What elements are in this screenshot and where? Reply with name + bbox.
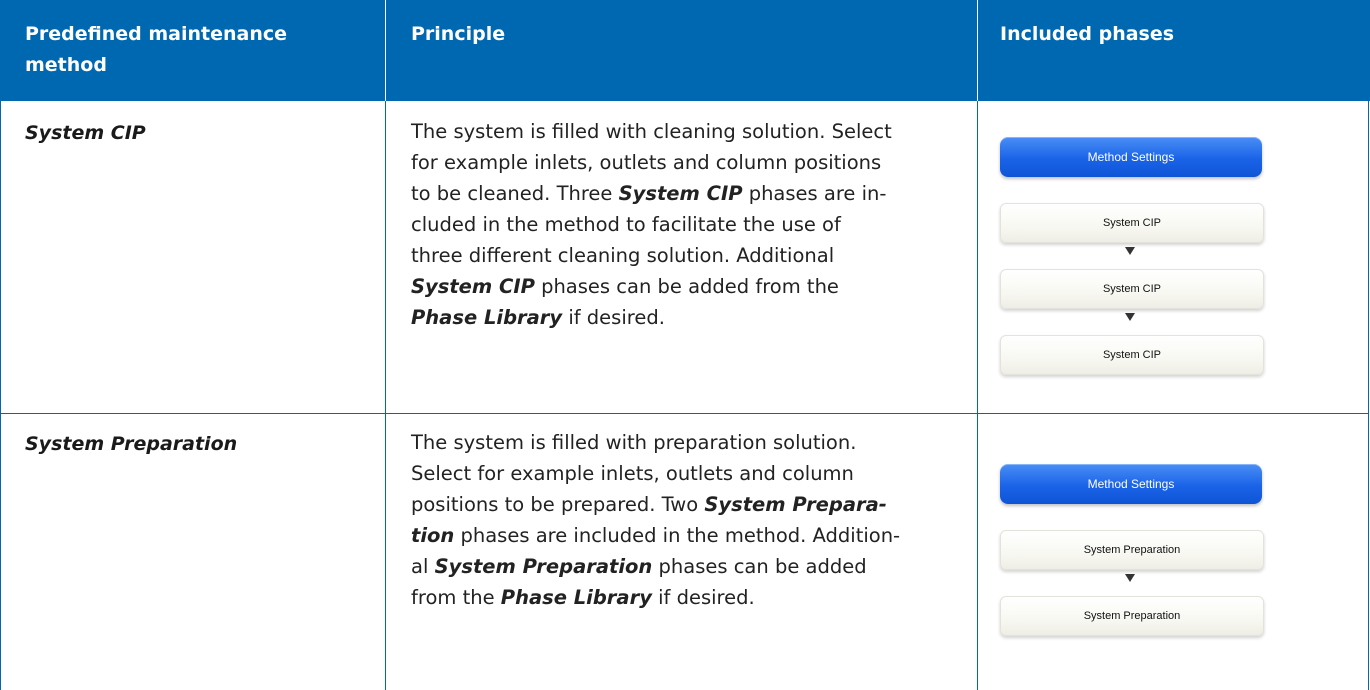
- header-divider: [385, 0, 386, 101]
- principle-line: Select for example inlets, outlets and c…: [411, 458, 971, 489]
- phase-box[interactable]: System CIP: [1000, 203, 1264, 243]
- principle-emphasis: Phase Library: [500, 586, 652, 609]
- principle-line: positions to be prepared. Two System Pre…: [411, 489, 971, 520]
- maintenance-methods-table: Predefined maintenance method Principle …: [0, 0, 1370, 690]
- down-arrow-icon: [1125, 313, 1135, 321]
- principle-line: System CIP phases can be added from the: [411, 271, 971, 302]
- principle-text-run: if desired.: [651, 586, 755, 609]
- principle-text-run: phases are included in the method. Addit…: [454, 524, 901, 547]
- principle-text-run: to be cleaned. Three: [411, 182, 619, 205]
- principle-text: The system is filled with preparation so…: [411, 427, 971, 613]
- principle-text-run: The system is filled with preparation so…: [411, 431, 857, 454]
- principle-text-run: al: [411, 555, 435, 578]
- column-header-method: Predefined maintenance method: [25, 23, 288, 76]
- phase-box[interactable]: System CIP: [1000, 269, 1264, 309]
- principle-text-run: Select for example inlets, outlets and c…: [411, 462, 854, 485]
- column-header-principle: Principle: [411, 23, 506, 45]
- table-border-right: [1368, 101, 1369, 690]
- phase-diagram: Method Settings System Preparation System …: [1000, 464, 1265, 664]
- principle-text-run: The system is filled with cleaning solut…: [411, 120, 892, 143]
- principle-text-run: phases can be added from the: [534, 275, 839, 298]
- principle-line: for example inlets, outlets and column p…: [411, 147, 971, 178]
- principle-text-run: from the: [411, 586, 501, 609]
- row-divider: [0, 413, 1369, 414]
- principle-text-run: phases can be added: [652, 555, 867, 578]
- principle-emphasis: tion: [411, 524, 455, 547]
- phase-diagram: Method Settings System CIP System CIP Syste…: [1000, 137, 1265, 387]
- principle-text-run: phases are in-: [742, 182, 887, 205]
- method-name-system-cip: System CIP: [25, 122, 146, 144]
- principle-text-run: cluded in the method to facilitate the u…: [411, 213, 841, 236]
- down-arrow-icon: [1125, 247, 1135, 255]
- phase-box[interactable]: System Preparation: [1000, 596, 1264, 636]
- principle-emphasis: System Prepara-: [704, 493, 887, 516]
- principle-emphasis: System CIP: [618, 182, 743, 205]
- method-name-system-preparation: System Preparation: [25, 433, 238, 455]
- principle-emphasis: System Preparation: [434, 555, 653, 578]
- principle-line: The system is filled with preparation so…: [411, 427, 971, 458]
- principle-text: The system is filled with cleaning solut…: [411, 116, 971, 333]
- phase-box[interactable]: System Preparation: [1000, 530, 1264, 570]
- down-arrow-icon: [1125, 574, 1135, 582]
- method-settings-button[interactable]: Method Settings: [1000, 137, 1262, 177]
- principle-line: cluded in the method to facilitate the u…: [411, 209, 971, 240]
- principle-emphasis: System CIP: [411, 275, 535, 298]
- header-divider: [977, 0, 978, 101]
- column-divider: [385, 101, 386, 690]
- principle-emphasis: Phase Library: [411, 306, 563, 329]
- principle-line: three different cleaning solution. Addit…: [411, 240, 971, 271]
- column-header-phases: Included phases: [1000, 23, 1175, 45]
- principle-text-run: if desired.: [562, 306, 665, 329]
- principle-line: to be cleaned. Three System CIP phases a…: [411, 178, 971, 209]
- principle-line: Phase Library if desired.: [411, 302, 971, 333]
- principle-line: from the Phase Library if desired.: [411, 582, 971, 613]
- table-border-left: [0, 101, 1, 690]
- principle-text-run: for example inlets, outlets and column p…: [411, 151, 882, 174]
- principle-line: tion phases are included in the method. …: [411, 520, 971, 551]
- principle-text-run: three different cleaning solution. Addit…: [411, 244, 835, 267]
- principle-line: al System Preparation phases can be adde…: [411, 551, 971, 582]
- phase-box[interactable]: System CIP: [1000, 335, 1264, 375]
- principle-text-run: positions to be prepared. Two: [411, 493, 705, 516]
- table-header: Predefined maintenance method Principle …: [0, 0, 1370, 101]
- column-divider: [977, 101, 978, 690]
- principle-line: The system is filled with cleaning solut…: [411, 116, 971, 147]
- method-settings-button[interactable]: Method Settings: [1000, 464, 1262, 504]
